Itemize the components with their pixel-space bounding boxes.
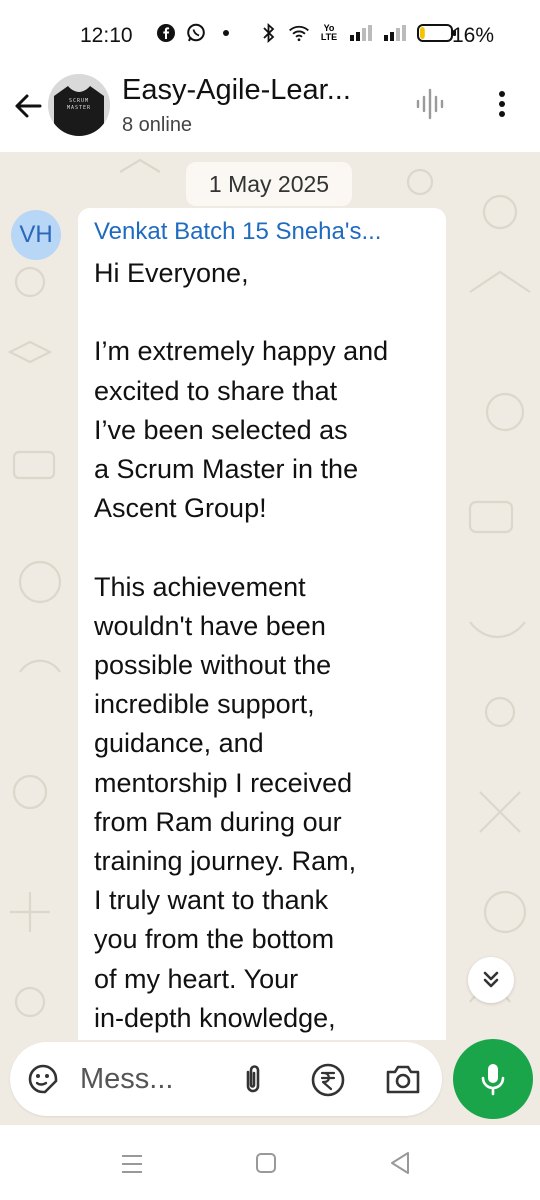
system-icons: Yo LTE [258, 22, 458, 44]
paperclip-icon [246, 1065, 260, 1093]
status-bar: 12:10 Yo LTE 16% [0, 0, 540, 70]
notification-dot-icon [215, 22, 237, 44]
attach-button[interactable] [238, 1062, 268, 1096]
bluetooth-icon [258, 22, 280, 44]
sender-avatar[interactable]: VH [11, 210, 61, 260]
online-count: 8 online [122, 114, 193, 136]
message-text: Hi Everyone, I’m extremely happy and exc… [94, 258, 389, 1033]
double-chevron-down-icon [483, 971, 499, 988]
voice-chat-button[interactable] [412, 86, 448, 122]
facebook-icon [155, 22, 177, 44]
arrow-left-icon [15, 94, 42, 118]
microphone-icon [481, 1064, 505, 1096]
sticker-button[interactable] [26, 1062, 60, 1096]
voice-message-button[interactable] [453, 1039, 533, 1119]
sender-name[interactable]: Venkat Batch 15 Sneha's... [94, 218, 381, 246]
sticker-icon [28, 1064, 58, 1094]
more-vertical-icon [499, 91, 505, 117]
back-button[interactable] [10, 88, 46, 124]
camera-button[interactable] [384, 1062, 422, 1096]
audio-wave-icon [416, 88, 444, 120]
whatsapp-icon [185, 22, 207, 44]
scroll-to-bottom-button[interactable] [468, 957, 514, 1003]
group-avatar[interactable]: SCRUM MASTER [48, 74, 110, 136]
home-button[interactable] [255, 1152, 277, 1174]
system-nav-bar [0, 1125, 540, 1200]
payment-button[interactable] [310, 1062, 346, 1098]
chat-area[interactable]: 1 May 2025 VH Venkat Batch 15 Sneha's...… [0, 152, 540, 1042]
sender-initials: VH [19, 221, 53, 248]
menu-lines-icon [122, 1155, 142, 1173]
camera-icon [386, 1065, 420, 1094]
square-icon [256, 1153, 276, 1173]
battery-percent: 16% [452, 24, 495, 47]
notification-icons [155, 22, 237, 44]
chat-title[interactable]: Easy-Agile-Lear... [122, 74, 351, 107]
system-back-button[interactable] [388, 1150, 412, 1176]
wifi-icon [288, 22, 310, 44]
signal-icon [382, 22, 408, 44]
network-label: Yo LTE [320, 23, 338, 42]
triangle-back-icon [391, 1152, 409, 1174]
chat-header: SCRUM MASTER Easy-Agile-Lear... 8 online [0, 70, 540, 152]
signal-icon [348, 22, 374, 44]
status-time: 12:10 [80, 24, 133, 47]
date-label: 1 May 2025 [208, 170, 330, 197]
avatar-print: SCRUM MASTER [66, 98, 92, 111]
date-separator: 1 May 2025 [186, 162, 352, 206]
message-input[interactable] [80, 1060, 200, 1098]
message-bubble[interactable]: Venkat Batch 15 Sneha's... Hi Everyone, … [78, 208, 446, 1042]
more-options-button[interactable] [490, 86, 514, 122]
recents-button[interactable] [120, 1153, 144, 1175]
message-composer [10, 1042, 442, 1116]
volte-icon: Yo LTE [318, 22, 340, 44]
rupee-icon [311, 1063, 345, 1097]
